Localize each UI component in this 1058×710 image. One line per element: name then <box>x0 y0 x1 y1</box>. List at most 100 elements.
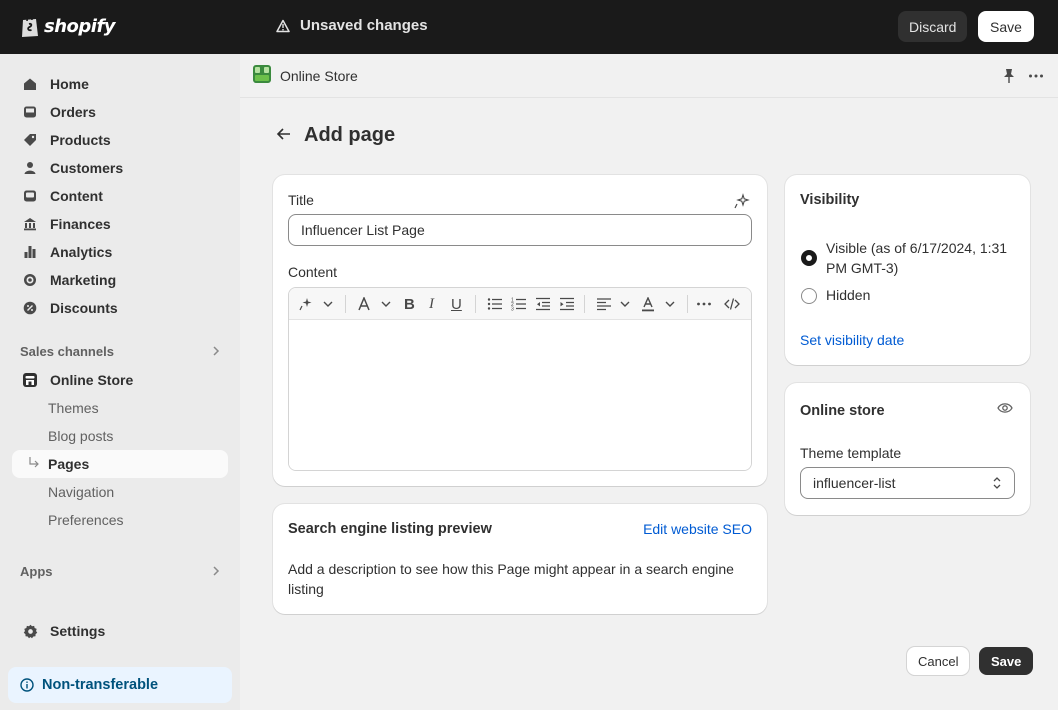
gear-icon <box>22 623 38 639</box>
sidebar-item-label: Finances <box>50 216 111 232</box>
outdent-icon[interactable] <box>535 294 551 314</box>
bar-chart-icon <box>22 244 38 260</box>
top-bar: shopify Unsaved changes Discard Save <box>0 0 1058 54</box>
title-content-card: Title Influencer List Page Content B I U… <box>273 175 767 486</box>
sales-channels-header[interactable]: Sales channels <box>20 341 220 361</box>
sidebar-item-settings[interactable]: Settings <box>12 617 228 645</box>
toolbar-divider <box>345 295 346 313</box>
text-style-icon[interactable] <box>357 294 371 314</box>
theme-template-select[interactable]: influencer-list <box>800 467 1015 499</box>
save-button[interactable]: Save <box>978 11 1034 42</box>
chevron-down-icon[interactable] <box>665 294 675 314</box>
sidebar-item-customers[interactable]: Customers <box>12 154 228 182</box>
hidden-radio-label: Hidden <box>826 287 871 303</box>
brand-name: shopify <box>44 15 116 37</box>
content-label: Content <box>288 264 338 280</box>
title-input[interactable]: Influencer List Page <box>288 214 752 246</box>
visibility-title: Visibility <box>800 192 860 208</box>
theme-template-value: influencer-list <box>813 475 896 491</box>
toolbar-divider <box>687 295 688 313</box>
discount-icon <box>22 300 38 316</box>
sidebar-item-marketing[interactable]: Marketing <box>12 266 228 294</box>
sidebar-item-orders[interactable]: Orders <box>12 98 228 126</box>
apps-label: Apps <box>20 563 53 579</box>
pin-icon[interactable] <box>1002 68 1016 87</box>
sidebar-item-discounts[interactable]: Discounts <box>12 294 228 322</box>
image-icon <box>22 188 38 204</box>
sidebar-subitem-blog-posts[interactable]: Blog posts <box>12 422 228 450</box>
chevron-down-icon[interactable] <box>381 294 391 314</box>
seo-card-title: Search engine listing preview <box>288 521 492 537</box>
edit-website-seo-link[interactable]: Edit website SEO <box>643 521 752 537</box>
unsaved-changes-banner: Unsaved changes <box>276 17 428 34</box>
sidebar-item-content[interactable]: Content <box>12 182 228 210</box>
info-icon <box>20 678 34 692</box>
more-options-icon[interactable] <box>696 294 712 314</box>
chevron-right-icon <box>212 564 220 579</box>
theme-template-label: Theme template <box>800 445 902 461</box>
sidebar-subitem-label: Themes <box>48 400 99 416</box>
seo-description: Add a description to see how this Page m… <box>288 561 734 597</box>
apps-header[interactable]: Apps <box>20 561 220 581</box>
back-arrow-icon[interactable] <box>276 126 292 145</box>
chevron-down-icon[interactable] <box>323 294 333 314</box>
underline-icon[interactable]: U <box>451 294 462 314</box>
non-transferable-badge[interactable]: Non-transferable <box>8 667 232 703</box>
sidebar-item-label: Discounts <box>50 300 118 316</box>
sidebar-subitem-pages[interactable]: Pages <box>12 450 228 478</box>
bold-icon[interactable]: B <box>404 294 415 314</box>
bullet-list-icon[interactable] <box>487 294 503 314</box>
text-color-icon[interactable] <box>641 294 655 314</box>
sidebar-subitem-label: Pages <box>48 456 90 472</box>
chevron-down-icon[interactable] <box>620 294 630 314</box>
inbox-icon <box>22 104 38 120</box>
home-icon <box>22 76 38 92</box>
sidebar-item-analytics[interactable]: Analytics <box>12 238 228 266</box>
sidebar-item-label: Marketing <box>50 272 117 288</box>
sidebar-item-finances[interactable]: Finances <box>12 210 228 238</box>
sidebar-subitem-navigation[interactable]: Navigation <box>12 478 228 506</box>
sidebar-item-label: Products <box>50 132 111 148</box>
online-store-card: Online store Theme template influencer-l… <box>785 383 1030 515</box>
more-actions-icon[interactable] <box>1028 68 1044 87</box>
align-left-icon[interactable] <box>596 294 612 314</box>
sidebar-item-label: Analytics <box>50 244 113 260</box>
cancel-button[interactable]: Cancel <box>907 647 970 675</box>
online-store-app-icon <box>252 64 272 87</box>
sidebar-item-products[interactable]: Products <box>12 126 228 154</box>
select-arrows-icon <box>992 476 1002 493</box>
page-title: Add page <box>304 124 396 146</box>
shopping-bag-icon <box>22 15 38 37</box>
app-header: Online Store <box>240 54 1058 98</box>
save-button-bottom[interactable]: Save <box>979 647 1034 675</box>
chevron-right-icon <box>212 344 220 359</box>
sidebar-item-label: Home <box>50 76 89 92</box>
visible-radio[interactable] <box>801 250 817 266</box>
shopify-logo[interactable]: shopify <box>20 14 116 38</box>
sidebar-subitem-label: Blog posts <box>48 428 114 444</box>
sidebar-item-home[interactable]: Home <box>12 70 228 98</box>
code-view-icon[interactable] <box>724 294 740 314</box>
editor-body[interactable] <box>289 320 751 470</box>
magic-sparkle-icon[interactable] <box>734 193 750 212</box>
hidden-radio[interactable] <box>801 288 817 304</box>
toolbar-divider <box>475 295 476 313</box>
target-icon <box>22 272 38 288</box>
italic-icon[interactable]: I <box>429 294 434 314</box>
sidebar-subitem-themes[interactable]: Themes <box>12 394 228 422</box>
indent-icon[interactable] <box>559 294 575 314</box>
magic-sparkle-icon[interactable] <box>299 294 313 314</box>
sidebar-item-label: Customers <box>50 160 124 176</box>
visibility-card: Visibility Visible (as of 6/17/2024, 1:3… <box>785 175 1030 365</box>
sidebar-subitem-label: Preferences <box>48 512 124 528</box>
numbered-list-icon[interactable]: 123 <box>511 294 527 314</box>
bank-icon <box>22 216 38 232</box>
sidebar-item-label: Content <box>50 188 103 204</box>
set-visibility-date-link[interactable]: Set visibility date <box>800 332 904 348</box>
sidebar-subitem-preferences[interactable]: Preferences <box>12 506 228 534</box>
sidebar-item-online-store[interactable]: Online Store <box>12 366 228 394</box>
visible-radio-label: Visible (as of 6/17/2024, 1:31 PM GMT-3) <box>826 240 1008 276</box>
eye-icon[interactable] <box>997 401 1013 418</box>
non-transferable-label: Non-transferable <box>42 677 159 693</box>
discard-button[interactable]: Discard <box>898 11 968 42</box>
